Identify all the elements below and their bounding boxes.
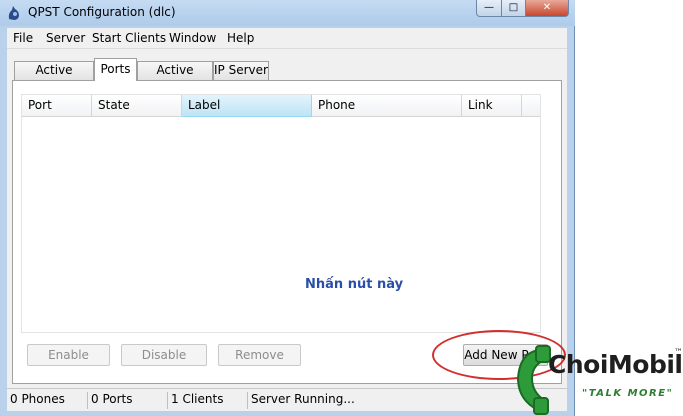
maximize-button[interactable]: □ xyxy=(501,0,526,17)
disable-button[interactable]: Disable xyxy=(121,344,207,366)
minimize-button[interactable]: — xyxy=(476,0,502,17)
status-clients: 1 Clients xyxy=(167,392,247,409)
watermark-tagline: "TALK MORE" xyxy=(582,388,674,399)
watermark-trademark: ™ xyxy=(674,348,683,358)
close-button[interactable]: ✕ xyxy=(525,0,569,17)
instruction-hint: Nhấn nút này xyxy=(305,277,404,292)
status-phones: 0 Phones xyxy=(10,392,65,406)
menu-start-clients[interactable]: Start Clients xyxy=(92,31,166,45)
phone-handset-icon xyxy=(516,345,551,415)
menu-server[interactable]: Server xyxy=(46,31,85,45)
qpst-app-icon xyxy=(8,6,19,20)
enable-button[interactable]: Enable xyxy=(27,344,110,366)
status-bar: 0 Phones 0 Ports 1 Clients Server Runnin… xyxy=(7,388,567,411)
status-server: Server Running... xyxy=(247,392,407,409)
column-port[interactable]: Port xyxy=(22,95,92,117)
column-label[interactable]: Label xyxy=(182,95,312,117)
tab-ip-server[interactable]: IP Server xyxy=(213,61,269,80)
tab-active-phones[interactable]: Active Phones xyxy=(14,61,94,94)
window-title: QPST Configuration (dlc) xyxy=(28,5,176,19)
status-ports: 0 Ports xyxy=(87,392,167,409)
watermark-brand: ChoiMobile xyxy=(548,350,683,379)
menu-help[interactable]: Help xyxy=(227,31,254,45)
remove-button[interactable]: Remove xyxy=(218,344,301,366)
menu-window[interactable]: Window xyxy=(169,31,216,45)
column-phone[interactable]: Phone xyxy=(312,95,462,117)
title-bar[interactable]: QPST Configuration (dlc) — □ ✕ xyxy=(0,0,575,26)
column-filler xyxy=(522,95,540,117)
watermark-logo: ChoiMobile ™ "TALK MORE" xyxy=(512,344,683,416)
tab-active-clients[interactable]: Active Clients xyxy=(137,61,213,94)
column-state[interactable]: State xyxy=(92,95,182,117)
tab-ports[interactable]: Ports xyxy=(94,58,137,81)
menu-file[interactable]: File xyxy=(13,31,33,45)
menu-bar: File Server Start Clients Window Help xyxy=(7,28,567,49)
column-link[interactable]: Link xyxy=(462,95,522,117)
ports-list[interactable]: Port State Label Phone Link Nhấn nút này xyxy=(21,94,541,333)
